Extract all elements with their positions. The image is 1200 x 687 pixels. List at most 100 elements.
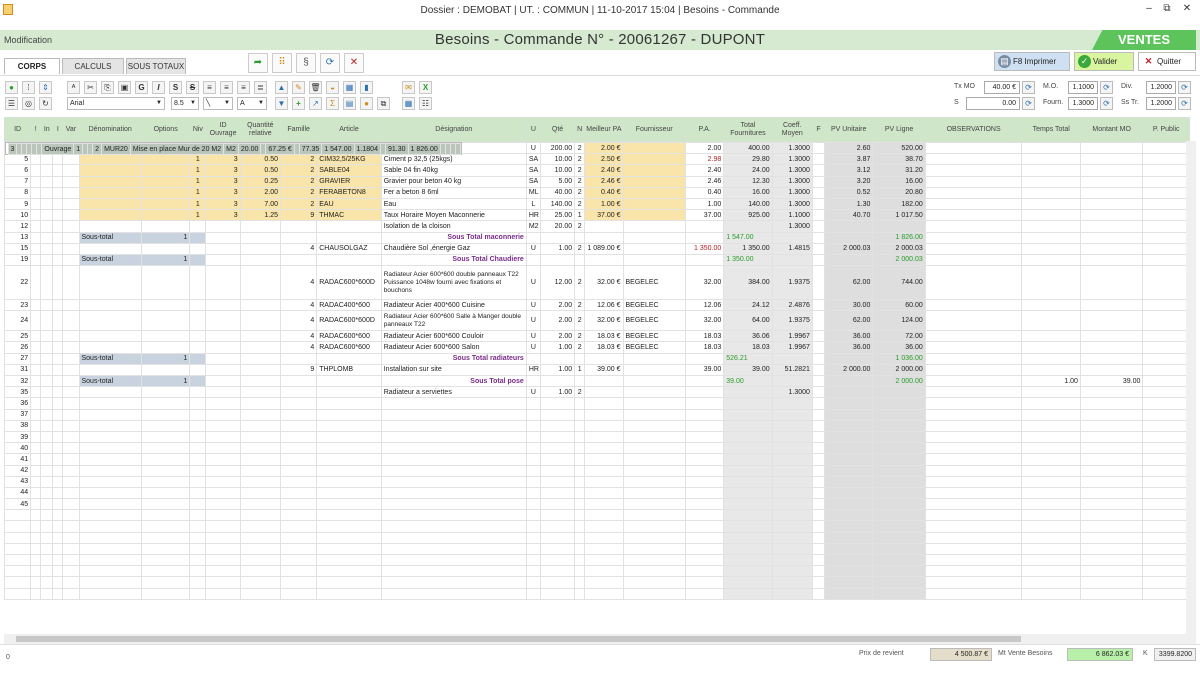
table-cell[interactable]	[1142, 587, 1190, 600]
table-cell[interactable]	[811, 242, 826, 255]
table-cell[interactable]	[1142, 442, 1190, 455]
table-cell[interactable]	[771, 553, 813, 567]
table-cell[interactable]	[140, 542, 191, 556]
table-cell[interactable]: 2.46 €	[584, 175, 624, 188]
table-cell[interactable]	[279, 498, 318, 511]
table-cell[interactable]	[1142, 220, 1190, 233]
table-cell[interactable]	[584, 408, 624, 421]
table-cell[interactable]: Ouvrage	[41, 142, 75, 156]
table-cell[interactable]	[78, 520, 142, 533]
table-cell[interactable]	[1079, 386, 1144, 399]
table-cell[interactable]	[140, 565, 191, 578]
table-cell[interactable]	[584, 430, 624, 444]
table-cell[interactable]: 2	[574, 310, 586, 332]
table-cell[interactable]	[1079, 430, 1144, 444]
table-cell[interactable]	[811, 231, 826, 244]
table-cell[interactable]	[1021, 341, 1081, 354]
table-cell[interactable]	[78, 464, 142, 477]
table-cell[interactable]	[1142, 576, 1190, 589]
table-cell[interactable]	[924, 209, 1023, 222]
table-cell[interactable]	[924, 153, 1023, 166]
table-cell[interactable]	[771, 464, 813, 477]
table-cell[interactable]: 2.60	[823, 141, 874, 155]
table-cell[interactable]	[539, 453, 576, 466]
table-cell[interactable]: 45	[4, 498, 32, 511]
table-cell[interactable]	[723, 498, 773, 511]
table-cell[interactable]	[539, 374, 576, 388]
table-cell[interactable]: 124.00	[872, 310, 926, 332]
table-row[interactable]: 12 Isolation de la cloison M2 20.00 2 1.3000	[4, 220, 1190, 233]
table-cell[interactable]: U	[525, 141, 541, 155]
table-cell[interactable]: 2	[574, 164, 586, 177]
table-cell[interactable]	[205, 453, 241, 466]
table-cell[interactable]	[62, 242, 80, 255]
table-cell[interactable]	[1079, 265, 1144, 301]
table-cell[interactable]	[1079, 153, 1144, 166]
table-cell[interactable]: SA	[525, 175, 541, 188]
table-cell[interactable]	[1079, 352, 1144, 365]
column-header[interactable]: Qté	[539, 117, 576, 142]
table-cell[interactable]: Sous Total pose	[380, 374, 527, 388]
table-cell[interactable]	[380, 430, 527, 444]
table-cell[interactable]	[52, 186, 64, 199]
table-cell[interactable]: 32.00 €	[584, 310, 624, 332]
table-cell[interactable]	[723, 453, 773, 466]
column-header[interactable]: P.A.	[684, 117, 725, 142]
table-cell[interactable]	[380, 542, 527, 556]
table-cell[interactable]	[30, 442, 42, 455]
table-cell[interactable]	[1021, 397, 1081, 410]
table-cell[interactable]	[811, 265, 826, 301]
table-cell[interactable]	[52, 397, 64, 410]
table-cell[interactable]	[1021, 253, 1081, 267]
table-cell[interactable]: 200.00	[539, 141, 576, 155]
table-cell[interactable]	[823, 386, 874, 399]
image-icon[interactable]: ▦	[343, 81, 356, 94]
table-cell[interactable]	[239, 520, 281, 533]
table-cell[interactable]	[622, 374, 686, 388]
table-cell[interactable]	[872, 553, 926, 567]
table-cell[interactable]	[316, 565, 382, 578]
table-cell[interactable]	[622, 153, 686, 166]
table-cell[interactable]: 38.70	[872, 153, 926, 166]
table-cell[interactable]	[30, 486, 42, 500]
table-cell[interactable]: 24	[4, 310, 32, 332]
table-cell[interactable]: 2	[279, 175, 318, 188]
table-cell[interactable]	[62, 341, 80, 354]
table-cell[interactable]: 39.00	[684, 363, 725, 377]
table-cell[interactable]	[205, 553, 241, 567]
table-cell[interactable]	[924, 141, 1023, 155]
table-cell[interactable]	[78, 475, 142, 488]
table-cell[interactable]	[279, 253, 318, 267]
table-cell[interactable]	[205, 299, 241, 312]
table-cell[interactable]	[584, 576, 624, 589]
table-cell[interactable]: 2 000.03	[872, 242, 926, 255]
table-cell[interactable]	[30, 453, 42, 466]
table-cell[interactable]	[539, 464, 576, 477]
table-cell[interactable]: 25	[4, 330, 32, 343]
table-cell[interactable]	[1079, 310, 1144, 332]
table-cell[interactable]: FERABETON8	[316, 186, 382, 199]
table-cell[interactable]	[1021, 310, 1081, 332]
table-cell[interactable]	[823, 475, 874, 488]
table-cell[interactable]	[239, 587, 281, 600]
table-cell[interactable]	[279, 374, 318, 388]
table-cell[interactable]	[525, 397, 541, 410]
table-cell[interactable]	[4, 553, 32, 567]
table-cell[interactable]	[279, 352, 318, 365]
table-cell[interactable]: 1 350.00	[684, 242, 725, 255]
table-cell[interactable]	[316, 542, 382, 556]
table-cell[interactable]: 4	[279, 341, 318, 354]
table-cell[interactable]: 1	[140, 231, 191, 244]
table-cell[interactable]	[62, 299, 80, 312]
table-cell[interactable]	[539, 520, 576, 533]
table-cell[interactable]	[40, 186, 54, 199]
table-cell[interactable]	[52, 498, 64, 511]
table-cell[interactable]	[30, 430, 42, 444]
table-cell[interactable]	[823, 231, 874, 244]
table-cell[interactable]: 1 547.00	[723, 231, 773, 244]
table-cell[interactable]: M2	[223, 142, 239, 156]
columns-icon[interactable]: ☷	[419, 97, 432, 110]
table-cell[interactable]	[40, 374, 54, 388]
table-cell[interactable]	[872, 475, 926, 488]
table-cell[interactable]	[574, 442, 586, 455]
